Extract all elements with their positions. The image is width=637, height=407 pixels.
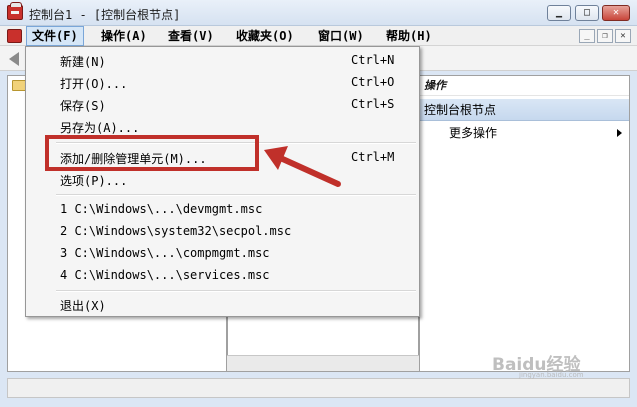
file-menu-open[interactable]: 打开(O)... Ctrl+O: [26, 72, 419, 94]
child-minimize-button[interactable]: _: [579, 29, 595, 43]
file-menu-dropdown: 新建(N) Ctrl+N 打开(O)... Ctrl+O 保存(S) Ctrl+…: [25, 46, 420, 317]
menu-view[interactable]: 查看(V): [163, 26, 219, 46]
baidu-watermark: Baidu经验 jingyan.baidu.com: [492, 350, 612, 384]
menu-item-label: 保存(S): [60, 99, 106, 113]
menu-favorites[interactable]: 收藏夹(O): [231, 26, 299, 46]
annotation-arrow-icon: [264, 146, 341, 187]
file-menu-recent-3[interactable]: 3 C:\Windows\...\compmgmt.msc: [26, 243, 419, 265]
menu-item-shortcut: Ctrl+O: [351, 75, 395, 89]
actions-pane: 操作 控制台根节点 更多操作: [419, 75, 630, 372]
file-menu-recent-4[interactable]: 4 C:\Windows\...\services.msc: [26, 265, 419, 287]
menu-item-label: 新建(N): [60, 55, 106, 69]
document-icon[interactable]: [7, 29, 22, 43]
menu-action[interactable]: 操作(A): [96, 26, 152, 46]
menu-item-label: 4 C:\Windows\...\services.msc: [60, 268, 270, 282]
watermark-url: jingyan.baidu.com: [519, 371, 584, 379]
menu-item-label: 3 C:\Windows\...\compmgmt.msc: [60, 246, 270, 260]
mmc-app-icon[interactable]: [7, 2, 23, 20]
menu-item-label: 退出(X): [60, 299, 106, 313]
menu-window[interactable]: 窗口(W): [313, 26, 369, 46]
child-close-button[interactable]: ✕: [615, 29, 631, 43]
menu-help[interactable]: 帮助(H): [381, 26, 437, 46]
file-menu-save[interactable]: 保存(S) Ctrl+S: [26, 94, 419, 116]
menu-item-label: 选项(P)...: [60, 174, 128, 188]
menu-separator: [56, 290, 416, 292]
menu-item-shortcut: Ctrl+S: [351, 97, 395, 111]
close-button[interactable]: ✕: [602, 5, 630, 21]
menu-item-label: 2 C:\Windows\system32\secpol.msc: [60, 224, 292, 238]
child-restore-button[interactable]: ❐: [597, 29, 613, 43]
file-menu-recent-1[interactable]: 1 C:\Windows\...\devmgmt.msc: [26, 199, 419, 221]
minimize-button[interactable]: ▁: [547, 5, 571, 21]
menu-separator: [56, 194, 416, 196]
title-bar: 控制台1 - [控制台根节点] ▁ □ ✕: [0, 0, 637, 26]
file-menu-new[interactable]: 新建(N) Ctrl+N: [26, 50, 419, 72]
menu-item-shortcut: Ctrl+N: [351, 53, 395, 67]
more-actions-item[interactable]: 更多操作: [449, 125, 497, 141]
window-title: 控制台1 - [控制台根节点]: [29, 8, 181, 22]
file-menu-exit[interactable]: 退出(X): [26, 294, 419, 316]
horizontal-scrollbar[interactable]: [227, 355, 419, 371]
menu-file[interactable]: 文件(F): [26, 26, 84, 46]
menu-item-label: 1 C:\Windows\...\devmgmt.msc: [60, 202, 263, 216]
file-menu-options[interactable]: 选项(P)...: [26, 169, 419, 191]
back-arrow-icon[interactable]: [9, 52, 19, 66]
file-menu-recent-2[interactable]: 2 C:\Windows\system32\secpol.msc: [26, 221, 419, 243]
maximize-button[interactable]: □: [575, 5, 599, 21]
submenu-arrow-icon: [617, 129, 622, 137]
menu-item-shortcut: Ctrl+M: [351, 150, 395, 164]
menu-bar: 文件(F) 操作(A) 查看(V) 收藏夹(O) 窗口(W) 帮助(H) _ ❐…: [0, 26, 637, 46]
menu-item-label: 打开(O)...: [60, 77, 128, 91]
menu-item-label: 另存为(A)...: [60, 121, 140, 135]
actions-group-console-root[interactable]: 控制台根节点: [420, 99, 629, 121]
annotation-highlight-box: [45, 135, 259, 171]
actions-header: 操作: [420, 76, 629, 96]
